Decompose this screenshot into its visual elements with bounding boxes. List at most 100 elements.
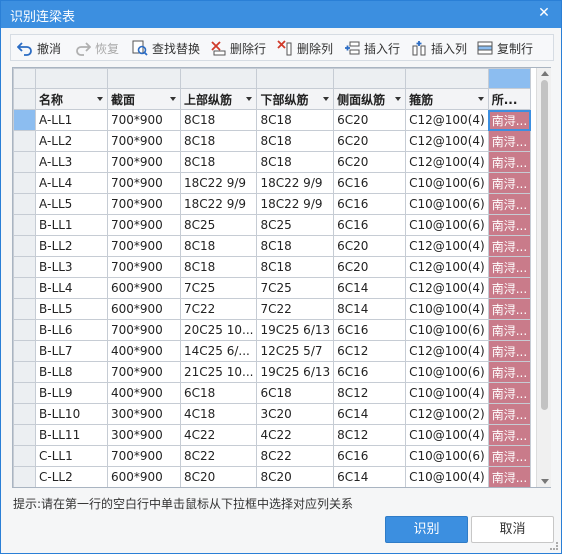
row-header[interactable] bbox=[13, 424, 36, 446]
table-cell[interactable]: 6C16 bbox=[333, 214, 407, 236]
row-header[interactable] bbox=[13, 319, 36, 341]
table-cell[interactable]: 6C20 bbox=[333, 235, 407, 257]
table-cell[interactable]: C10@100(4) bbox=[405, 424, 489, 446]
title-bar[interactable]: 识别连梁表 ✕ bbox=[1, 1, 561, 28]
table-cell[interactable]: 6C16 bbox=[333, 445, 407, 467]
delete-col-button[interactable]: 删除列 bbox=[277, 38, 333, 58]
table-cell[interactable]: 6C14 bbox=[333, 277, 407, 299]
delete-row-button[interactable]: 删除行 bbox=[210, 38, 266, 58]
table-cell[interactable]: 7C25 bbox=[179, 277, 258, 299]
table-cell[interactable]: 7C25 bbox=[256, 277, 335, 299]
table-cell[interactable]: 6C16 bbox=[333, 361, 407, 383]
table-cell[interactable]: C10@100(4) bbox=[405, 466, 489, 487]
table-cell[interactable]: C10@100(6) bbox=[405, 361, 489, 383]
table-cell[interactable]: 南浔... bbox=[487, 340, 532, 362]
table-cell[interactable]: B-LL1 bbox=[35, 214, 108, 236]
table-cell[interactable]: 400*900 bbox=[107, 340, 181, 362]
table-cell[interactable]: 18C22 9/9 bbox=[256, 172, 335, 194]
table-cell[interactable]: 8C25 bbox=[256, 214, 335, 236]
column-mapping-dropdown[interactable]: 上部纵筋 bbox=[179, 88, 258, 110]
column-mapping-dropdown[interactable]: 名称 bbox=[35, 88, 108, 110]
table-cell[interactable]: 14C25 6/... bbox=[179, 340, 258, 362]
table-cell[interactable]: 6C18 bbox=[256, 382, 335, 404]
table-cell[interactable]: 8C18 bbox=[256, 130, 335, 152]
table-cell[interactable]: B-LL11 bbox=[35, 424, 108, 446]
row-header[interactable] bbox=[13, 277, 36, 299]
table-cell[interactable]: 8C18 bbox=[256, 151, 335, 173]
chevron-down-icon[interactable] bbox=[395, 97, 402, 101]
table-cell[interactable]: C12@100(4) bbox=[405, 130, 489, 152]
table-cell[interactable]: 700*900 bbox=[107, 256, 181, 278]
scroll-up-icon[interactable] bbox=[541, 71, 549, 76]
table-cell[interactable]: 南浔... bbox=[487, 130, 532, 152]
table-cell[interactable]: 6C18 bbox=[179, 382, 258, 404]
table-cell[interactable]: 4C18 bbox=[179, 403, 258, 425]
table-cell[interactable]: 700*900 bbox=[107, 130, 181, 152]
table-cell[interactable]: C10@100(6) bbox=[405, 319, 489, 341]
table-cell[interactable]: B-LL5 bbox=[35, 298, 108, 320]
table-cell[interactable]: 南浔... bbox=[487, 109, 532, 131]
row-header[interactable] bbox=[13, 109, 36, 131]
row-header[interactable] bbox=[13, 130, 36, 152]
row-header[interactable] bbox=[13, 340, 36, 362]
table-cell[interactable]: A-LL2 bbox=[35, 130, 108, 152]
row-header[interactable] bbox=[13, 193, 36, 215]
column-mapping-dropdown[interactable]: 侧面纵筋 bbox=[333, 88, 407, 110]
table-cell[interactable]: 南浔... bbox=[487, 172, 532, 194]
table-cell[interactable]: 6C16 bbox=[333, 172, 407, 194]
row-header[interactable] bbox=[13, 403, 36, 425]
table-cell[interactable]: 700*900 bbox=[107, 361, 181, 383]
table-cell[interactable]: 6C20 bbox=[333, 109, 407, 131]
table-cell[interactable]: 18C22 9/9 bbox=[179, 172, 258, 194]
table-cell[interactable]: 8C12 bbox=[333, 382, 407, 404]
column-header-cell[interactable] bbox=[333, 68, 407, 89]
table-cell[interactable]: 南浔... bbox=[487, 445, 532, 467]
close-icon[interactable]: ✕ bbox=[535, 4, 553, 22]
table-cell[interactable]: 700*900 bbox=[107, 319, 181, 341]
table-cell[interactable]: 600*900 bbox=[107, 277, 181, 299]
table-cell[interactable]: 300*900 bbox=[107, 424, 181, 446]
row-header[interactable] bbox=[13, 88, 36, 110]
table-cell[interactable]: 南浔... bbox=[487, 151, 532, 173]
table-cell[interactable]: 12C25 5/7 bbox=[256, 340, 335, 362]
table-cell[interactable]: B-LL10 bbox=[35, 403, 108, 425]
table-cell[interactable]: 400*900 bbox=[107, 382, 181, 404]
table-cell[interactable]: 南浔... bbox=[487, 403, 532, 425]
table-cell[interactable]: 8C18 bbox=[256, 256, 335, 278]
table-cell[interactable]: 8C18 bbox=[256, 235, 335, 257]
table-cell[interactable]: C10@100(4) bbox=[405, 382, 489, 404]
table-cell[interactable]: 6C14 bbox=[333, 403, 407, 425]
table-cell[interactable]: B-LL9 bbox=[35, 382, 108, 404]
table-cell[interactable]: 6C16 bbox=[333, 193, 407, 215]
table-cell[interactable]: 8C14 bbox=[333, 298, 407, 320]
table-cell[interactable]: A-LL4 bbox=[35, 172, 108, 194]
table-cell[interactable]: 南浔... bbox=[487, 193, 532, 215]
row-header[interactable] bbox=[13, 214, 36, 236]
table-cell[interactable]: C12@100(2) bbox=[405, 403, 489, 425]
table-cell[interactable]: 8C20 bbox=[256, 466, 335, 487]
table-cell[interactable]: 8C18 bbox=[256, 109, 335, 131]
table-cell[interactable]: C10@100(6) bbox=[405, 445, 489, 467]
table-cell[interactable]: C12@100(4) bbox=[405, 151, 489, 173]
table-cell[interactable]: A-LL3 bbox=[35, 151, 108, 173]
table-cell[interactable]: 南浔... bbox=[487, 256, 532, 278]
table-cell[interactable]: 6C16 bbox=[333, 319, 407, 341]
table-cell[interactable]: B-LL3 bbox=[35, 256, 108, 278]
table-cell[interactable]: 南浔... bbox=[487, 424, 532, 446]
row-header[interactable] bbox=[13, 298, 36, 320]
table-cell[interactable]: 8C20 bbox=[179, 466, 258, 487]
column-header-cell[interactable] bbox=[487, 68, 532, 89]
table-cell[interactable]: 南浔... bbox=[487, 382, 532, 404]
column-header-cell[interactable] bbox=[179, 68, 258, 89]
insert-row-button[interactable]: 插入行 bbox=[344, 38, 400, 58]
insert-col-button[interactable]: 插入列 bbox=[411, 38, 467, 58]
table-cell[interactable]: 南浔... bbox=[487, 361, 532, 383]
table-cell[interactable]: 700*900 bbox=[107, 193, 181, 215]
table-cell[interactable]: 600*900 bbox=[107, 466, 181, 487]
table-cell[interactable]: 300*900 bbox=[107, 403, 181, 425]
table-cell[interactable]: 700*900 bbox=[107, 214, 181, 236]
table-cell[interactable]: 18C22 9/9 bbox=[256, 193, 335, 215]
scroll-thumb[interactable] bbox=[541, 80, 548, 410]
table-cell[interactable]: B-LL6 bbox=[35, 319, 108, 341]
table-cell[interactable]: 8C22 bbox=[179, 445, 258, 467]
